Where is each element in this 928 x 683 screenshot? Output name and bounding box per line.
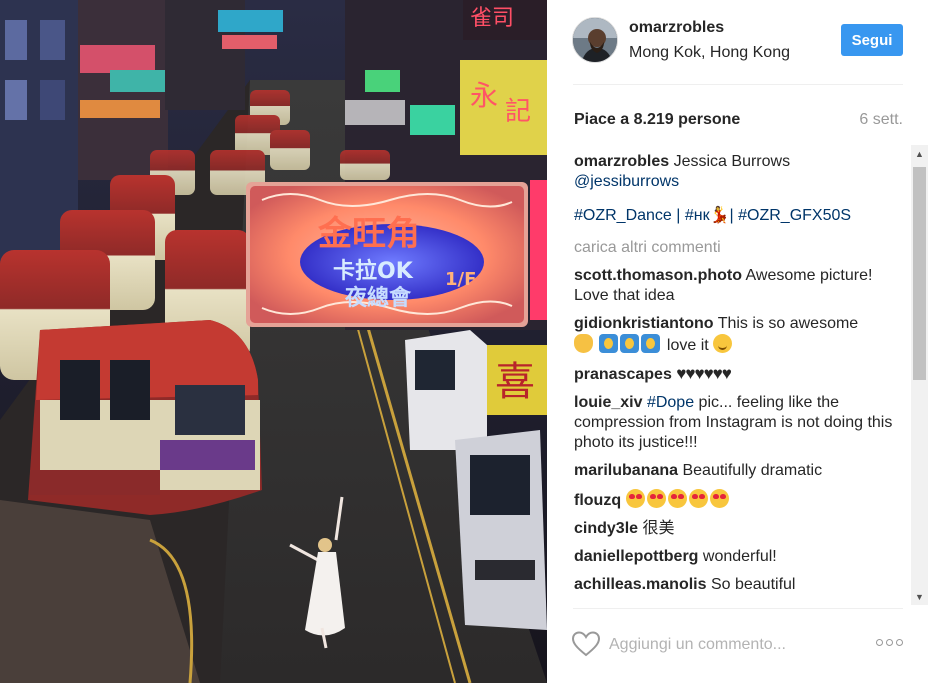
- comment-item: achilleas.manolis So beautiful: [574, 575, 907, 595]
- heart-eyes-emoji-icon: [667, 489, 687, 508]
- post-username[interactable]: omarzrobles: [629, 19, 724, 37]
- caption-text: Jessica Burrows: [673, 153, 791, 170]
- comment-username[interactable]: achilleas.manolis: [574, 576, 707, 593]
- sign-mid-text: 卡拉OK: [333, 258, 414, 284]
- comment-text: wonderful!: [702, 548, 777, 565]
- smile-emoji-icon: [713, 334, 733, 353]
- scream-emoji-icon: [599, 334, 619, 353]
- comment-username[interactable]: gidionkristiantono: [574, 315, 714, 332]
- scroll-thumb[interactable]: [913, 167, 926, 380]
- more-options-icon[interactable]: [876, 639, 904, 649]
- sign-top-text: 金旺角: [317, 214, 420, 254]
- comment-text: love it: [666, 337, 709, 354]
- heart-eyes-emoji-icon: [625, 489, 645, 508]
- comment-item: marilubanana Beautifully dramatic: [574, 461, 907, 481]
- comment-item: louie_xiv #Dope pic... feeling like the …: [574, 393, 907, 453]
- heart-eyes-emoji-icon: [709, 489, 729, 508]
- clap-emoji-icon: [574, 334, 593, 353]
- heart-eyes-emoji-icon: [688, 489, 708, 508]
- scream-emoji-icon: [641, 334, 661, 353]
- comment-text: So beautiful: [710, 576, 796, 593]
- divider: [573, 84, 903, 85]
- sign-bottom-text: 夜總會: [344, 285, 412, 311]
- comment-username[interactable]: scott.thomason.photo: [574, 267, 742, 284]
- post-details-panel: omarzrobles Mong Kok, Hong Kong Segui Pi…: [547, 0, 928, 683]
- street-scene-image: 永 記 雀司 喜 金旺角 卡拉OK 夜總會 1/F: [0, 0, 547, 683]
- caption-hashtags[interactable]: #OZR_Dance | #нк💃| #OZR_GFX50S: [574, 206, 907, 226]
- post-location[interactable]: Mong Kok, Hong Kong: [629, 44, 790, 62]
- comment-username[interactable]: pranascapes: [574, 366, 672, 383]
- comment-item: gidionkristiantono This is so awesome lo…: [574, 314, 907, 356]
- sign-side-text: 1/F: [445, 269, 476, 290]
- comment-item: pranascapes ♥♥♥♥♥♥: [574, 364, 907, 385]
- sign-right-text: 喜: [495, 359, 535, 405]
- load-more-comments-link[interactable]: carica altri commenti: [574, 238, 907, 258]
- scroll-down-arrow-icon[interactable]: ▼: [911, 588, 928, 605]
- post-photo[interactable]: 永 記 雀司 喜 金旺角 卡拉OK 夜總會 1/F: [0, 0, 547, 683]
- neon-sign: 金旺角 卡拉OK 夜總會 1/F: [246, 182, 528, 327]
- follow-button[interactable]: Segui: [841, 24, 903, 56]
- sign-corner-text: 雀司: [470, 6, 514, 31]
- comment-username[interactable]: daniellepottberg: [574, 548, 698, 565]
- caption-username[interactable]: omarzrobles: [574, 153, 669, 170]
- caption-mention[interactable]: @jessiburrows: [574, 173, 679, 190]
- comment-text: This is so awesome: [717, 315, 859, 332]
- comments-scrollbar[interactable]: ▲ ▼: [911, 145, 928, 605]
- caption: omarzrobles Jessica Burrows @jessiburrow…: [574, 152, 907, 192]
- comments-list: omarzrobles Jessica Burrows @jessiburrow…: [574, 152, 907, 604]
- comment-text: ♥♥♥♥♥♥: [676, 364, 732, 383]
- comment-hashtag[interactable]: #Dope: [647, 394, 694, 411]
- post-date[interactable]: 6 sett.: [859, 111, 903, 129]
- comment-item: flouzq: [574, 489, 907, 511]
- comment-username[interactable]: cindy3le: [574, 520, 638, 537]
- scream-emoji-icon: [620, 334, 640, 353]
- svg-text:永: 永: [470, 79, 498, 112]
- heart-eyes-emoji-icon: [646, 489, 666, 508]
- likes-count[interactable]: Piace a 8.219 persone: [574, 111, 740, 129]
- heart-icon[interactable]: [572, 631, 600, 657]
- svg-text:記: 記: [505, 97, 531, 127]
- comment-item: scott.thomason.photo Awesome picture! Lo…: [574, 266, 907, 306]
- comment-username[interactable]: flouzq: [574, 492, 621, 509]
- comment-text: 很美: [642, 520, 675, 537]
- comment-username[interactable]: marilubanana: [574, 462, 678, 479]
- comment-item: cindy3le 很美: [574, 519, 907, 539]
- avatar[interactable]: [572, 17, 618, 63]
- comment-text: Beautifully dramatic: [682, 462, 823, 479]
- comment-username[interactable]: louie_xiv: [574, 394, 642, 411]
- comment-input[interactable]: [609, 631, 849, 659]
- post-footer: [547, 609, 928, 683]
- comment-item: daniellepottberg wonderful!: [574, 547, 907, 567]
- scroll-up-arrow-icon[interactable]: ▲: [911, 145, 928, 162]
- post-header: omarzrobles Mong Kok, Hong Kong Segui: [547, 0, 928, 84]
